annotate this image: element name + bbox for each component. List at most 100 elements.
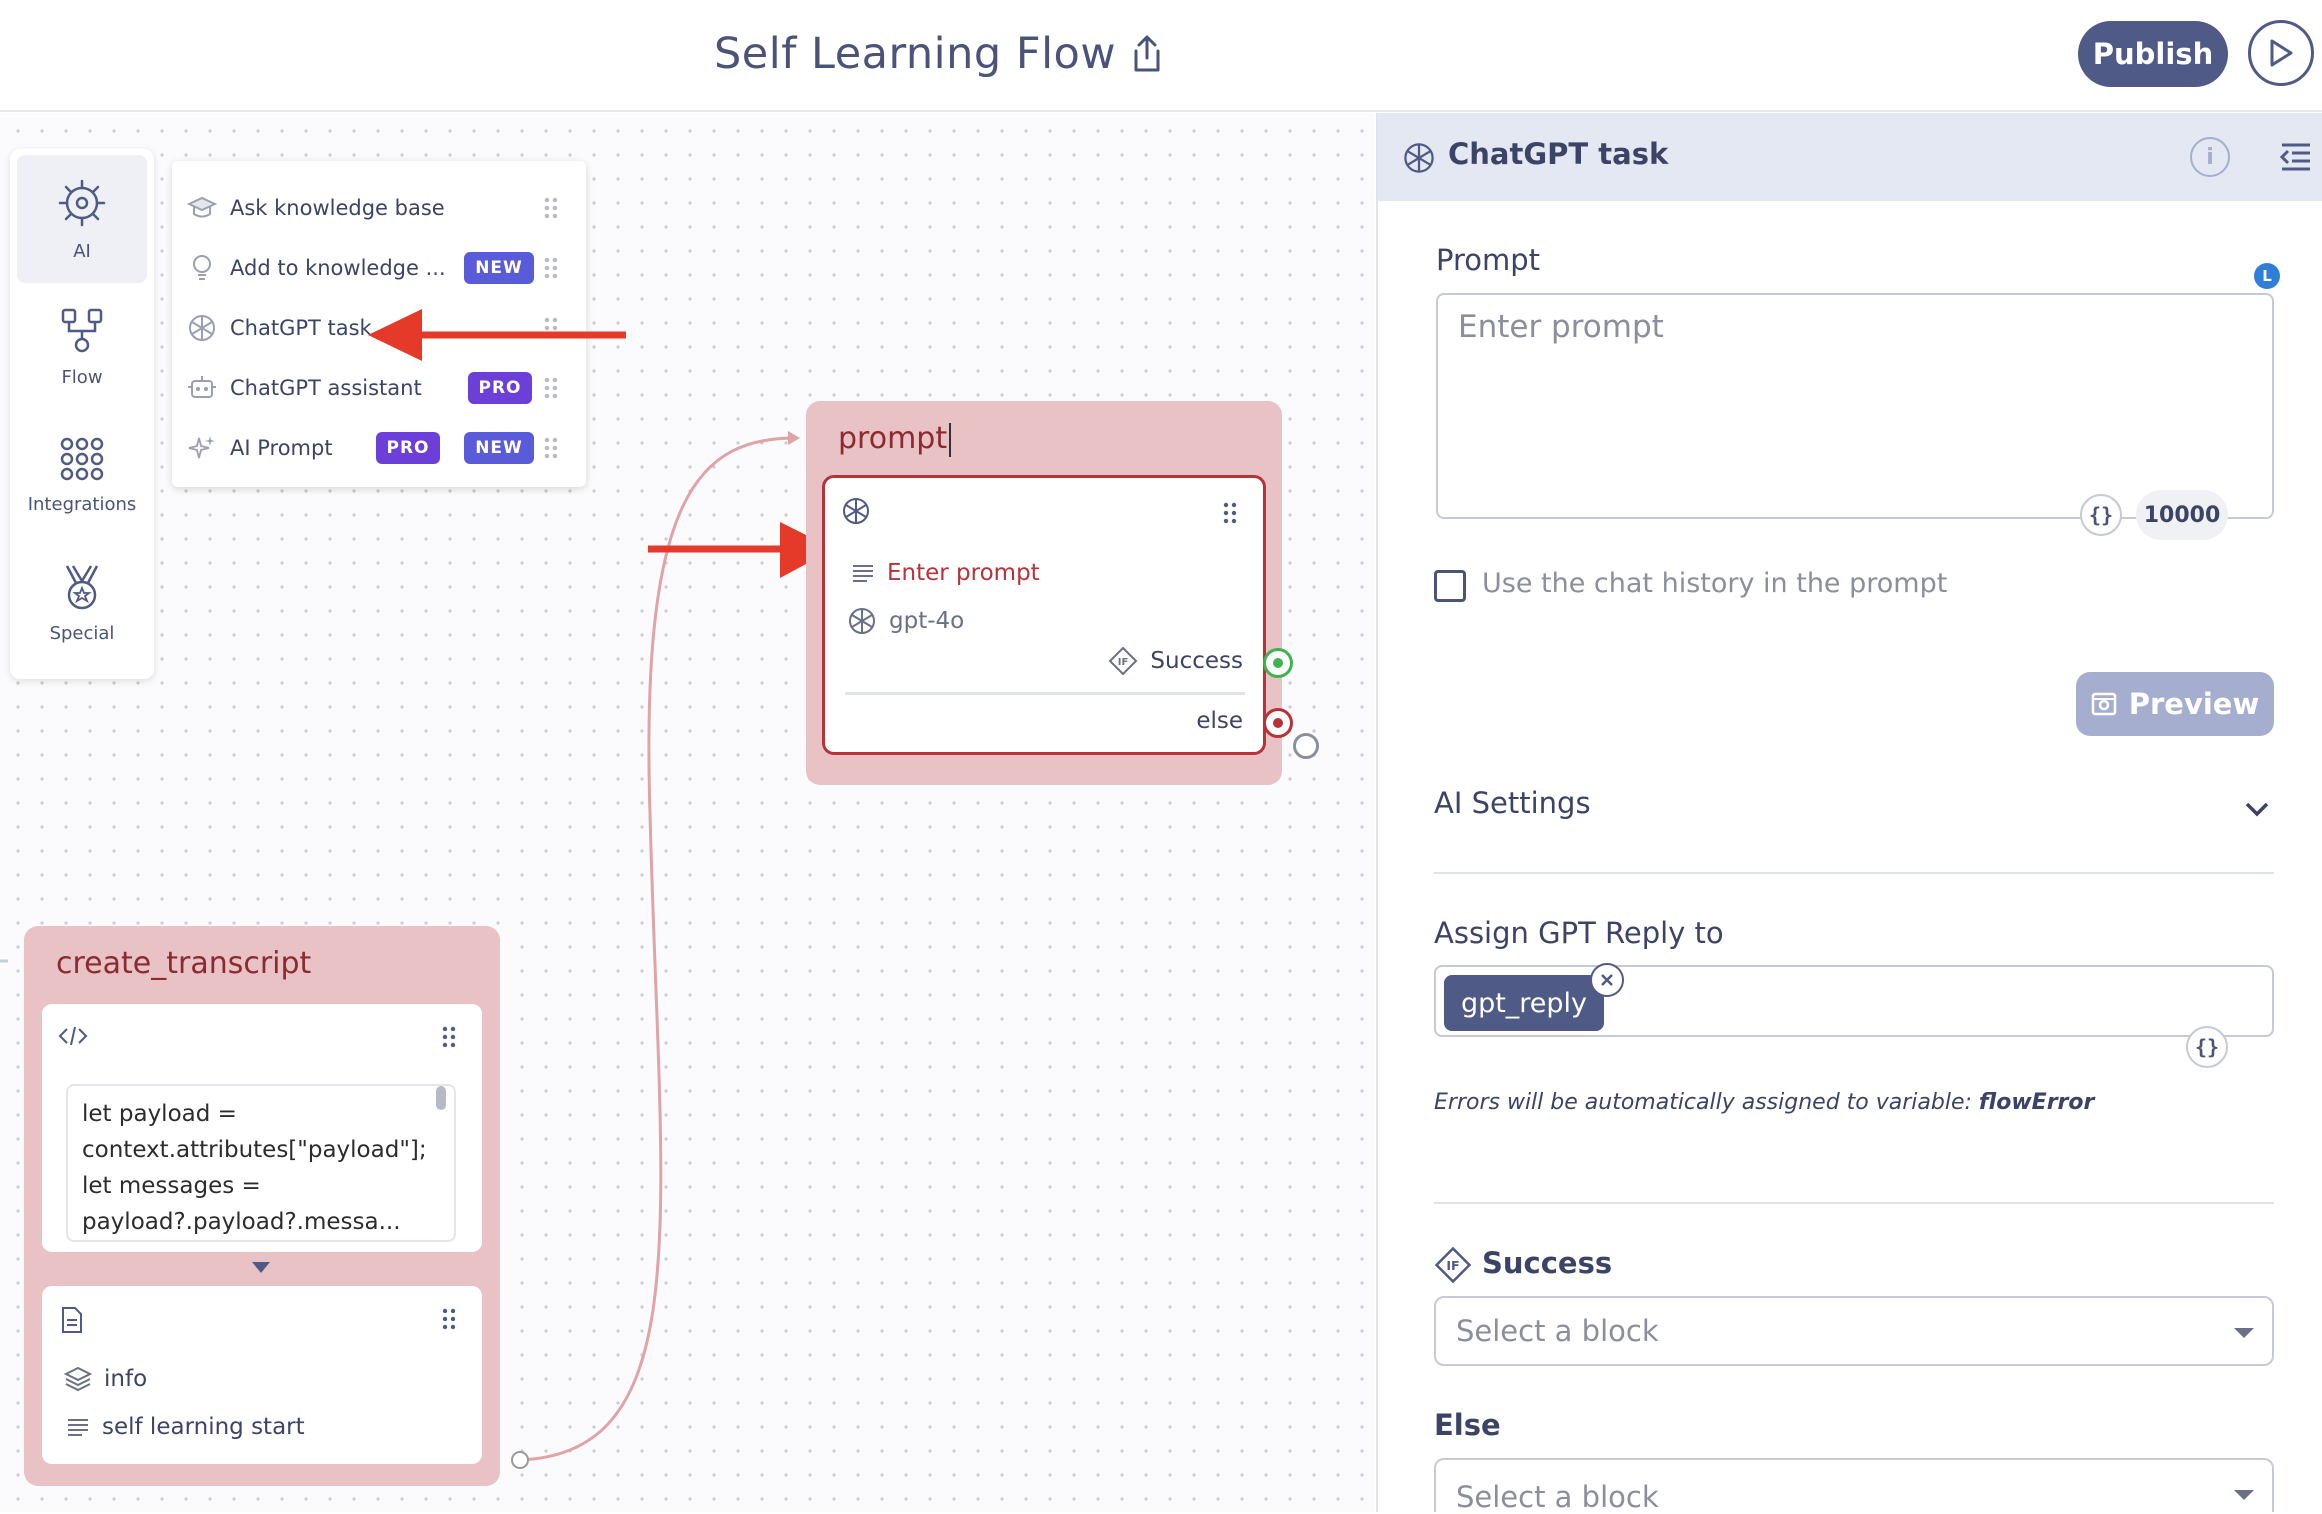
divider — [845, 692, 1245, 695]
svg-text:IF: IF — [1446, 1258, 1459, 1273]
insert-variable-button[interactable]: {} — [2080, 494, 2122, 536]
chevron-down-icon[interactable] — [252, 1262, 270, 1273]
top-bar: Self Learning Flow Publish — [0, 0, 2322, 112]
assign-variable-input[interactable]: gpt_reply — [1434, 963, 2274, 1037]
close-icon — [1601, 974, 1613, 986]
run-flow-button[interactable] — [2248, 20, 2314, 86]
medal-icon — [65, 564, 99, 609]
drag-handle-icon[interactable] — [544, 197, 558, 219]
ai-brain-icon — [58, 179, 106, 226]
chat-history-label: Use the chat history in the prompt — [1482, 568, 1948, 599]
block-title[interactable]: create_transcript — [56, 946, 311, 981]
lightbulb-icon — [186, 252, 218, 284]
drag-handle-icon[interactable] — [544, 377, 558, 399]
prompt-line: Enter prompt — [851, 560, 1040, 586]
drag-handle-icon[interactable] — [544, 437, 558, 459]
flow-canvas[interactable]: AI Flow Integrations Special Ask knowled… — [0, 113, 1374, 1512]
code-step[interactable]: let payload = context.attributes["payloa… — [42, 1004, 482, 1252]
text-cursor — [949, 422, 952, 457]
divider — [1434, 872, 2274, 874]
sidebar-item-label: Integrations — [27, 493, 137, 515]
else-block-select[interactable]: Select a block — [1434, 1458, 2274, 1514]
scrollbar-thumb[interactable] — [436, 1086, 446, 1110]
success-label: Success — [1482, 1246, 1613, 1280]
prompt-textarea[interactable]: Enter prompt — [1436, 293, 2274, 519]
code-icon — [58, 1026, 88, 1046]
sidebar-item-ai[interactable]: AI — [17, 155, 147, 283]
variable-tag: gpt_reply — [1444, 975, 1604, 1031]
sidebar-item-flow[interactable]: Flow — [17, 283, 147, 411]
insert-variable-button[interactable]: {} — [2186, 1026, 2228, 1068]
else-output-port[interactable] — [1263, 708, 1293, 738]
document-icon — [62, 1307, 82, 1333]
text-line: self learning start — [66, 1414, 305, 1440]
dropdown-arrow-icon — [2234, 1328, 2254, 1338]
sidebar-item-integrations[interactable]: Integrations — [17, 411, 147, 539]
share-icon[interactable] — [1130, 34, 1164, 74]
menu-item-ai-prompt[interactable]: AI Prompt PRO NEW — [186, 423, 576, 473]
chat-history-checkbox[interactable] — [1434, 570, 1466, 602]
char-limit-counter: 10000 — [2136, 490, 2228, 540]
sidebar-item-label: Special — [49, 622, 115, 644]
flow-title-wrap: Self Learning Flow — [714, 24, 1164, 84]
extension-badge-icon[interactable]: L — [2254, 263, 2280, 289]
chevron-down-icon[interactable] — [2244, 800, 2270, 818]
if-condition-icon: IF — [1434, 1246, 1472, 1284]
info-icon[interactable]: i — [2190, 137, 2230, 177]
remove-tag-button[interactable] — [1590, 963, 1624, 997]
chatgpt-task-step[interactable]: Enter prompt gpt-4o IF Success else — [822, 475, 1266, 755]
text-lines-icon — [853, 565, 873, 582]
block-output-port[interactable] — [1293, 733, 1319, 759]
new-badge: NEW — [464, 252, 534, 284]
dropdown-arrow-icon — [2234, 1490, 2254, 1500]
collapse-panel-icon[interactable] — [2278, 141, 2312, 173]
publish-button[interactable]: Publish — [2078, 21, 2228, 87]
else-branch: else — [1196, 708, 1243, 734]
openai-icon — [186, 312, 218, 344]
panel-title: ChatGPT task — [1448, 137, 1669, 171]
code-preview[interactable]: let payload = context.attributes["payloa… — [66, 1084, 456, 1242]
ai-settings-label[interactable]: AI Settings — [1434, 786, 1591, 820]
menu-item-add-to-knowledge[interactable]: Add to knowledge ... NEW — [186, 243, 576, 293]
drag-handle-icon[interactable] — [1223, 502, 1237, 524]
graduation-cap-icon — [186, 192, 218, 224]
openai-icon — [849, 608, 875, 634]
errors-note: Errors will be automatically assigned to… — [1434, 1090, 2095, 1115]
prompt-block[interactable]: prompt Enter prompt gpt-4o IF Success el… — [806, 401, 1282, 785]
sidebar-item-label: Flow — [61, 366, 103, 388]
block-category-sidebar: AI Flow Integrations Special — [10, 149, 154, 679]
text-step[interactable]: info self learning start — [42, 1286, 482, 1464]
text-lines-icon — [68, 1419, 88, 1436]
openai-icon — [843, 498, 869, 524]
divider — [1434, 1202, 2274, 1204]
info-line: info — [64, 1366, 147, 1392]
block-title[interactable]: prompt — [838, 421, 952, 457]
drag-handle-icon[interactable] — [442, 1026, 456, 1048]
sparkles-icon — [186, 432, 218, 464]
success-branch: IF Success — [1108, 646, 1243, 676]
openai-icon — [1404, 143, 1434, 173]
play-icon — [2270, 39, 2293, 67]
pro-badge: PRO — [468, 372, 532, 404]
sidebar-item-label: AI — [73, 240, 91, 262]
new-badge: NEW — [464, 432, 534, 464]
svg-text:IF: IF — [1118, 657, 1129, 668]
if-condition-icon: IF — [1108, 646, 1138, 676]
drag-handle-icon[interactable] — [442, 1308, 456, 1330]
else-label: Else — [1434, 1408, 1501, 1442]
model-line: gpt-4o — [847, 606, 964, 636]
create-transcript-block[interactable]: create_transcript let payload = context.… — [24, 926, 500, 1486]
flow-icon — [61, 308, 103, 352]
success-block-select[interactable]: Select a block — [1434, 1296, 2274, 1366]
sidebar-item-special[interactable]: Special — [17, 539, 147, 667]
success-output-port[interactable] — [1263, 648, 1293, 678]
annotation-arrow-menu — [368, 309, 626, 361]
menu-item-ask-knowledge-base[interactable]: Ask knowledge base — [186, 183, 576, 233]
preview-button[interactable]: Preview — [2076, 672, 2274, 736]
panel-header: ChatGPT task i — [1378, 113, 2322, 201]
pro-badge: PRO — [376, 432, 440, 464]
menu-item-chatgpt-assistant[interactable]: ChatGPT assistant PRO — [186, 363, 576, 413]
preview-icon — [2091, 692, 2116, 716]
flow-title[interactable]: Self Learning Flow — [714, 29, 1116, 79]
drag-handle-icon[interactable] — [544, 257, 558, 279]
